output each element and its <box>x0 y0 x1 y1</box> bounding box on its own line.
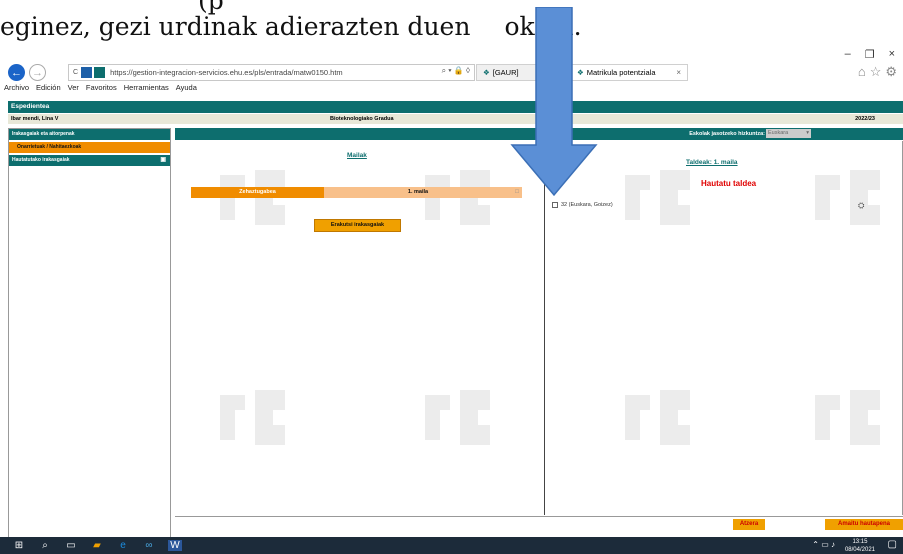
finish-selection-button[interactable]: Amaitu hautapena <box>825 519 903 530</box>
file-explorer-icon[interactable]: ▰ <box>90 540 104 551</box>
window-controls: – ❐ × <box>845 48 895 61</box>
menu-herramientas[interactable]: Herramientas <box>124 83 169 95</box>
taskbar: ⊞ ⌕ ▭ ▰ e ∞ W ⌃ ▭ ♪ 13:15 08/04/2021 ▢ <box>0 537 903 554</box>
internet-explorer-icon[interactable]: e <box>116 540 130 551</box>
ehu-watermark-icon <box>220 390 285 445</box>
group-option-row[interactable]: 32 (Euskara, Goizez) <box>552 202 613 208</box>
ehu-watermark-icon <box>815 390 880 445</box>
academic-year: 2022/23 <box>855 116 875 122</box>
panel-divider <box>544 141 545 515</box>
footer-divider <box>175 516 903 517</box>
screenshot-root: (p eginez, gezi urdinak adierazten dueno… <box>0 0 903 554</box>
select-group-title: Hautatu taldea <box>701 179 757 188</box>
taldeak-link[interactable]: Taldeak: 1. maila <box>686 159 738 166</box>
address-bar[interactable]: C https://gestion-integracion-servicios.… <box>68 64 475 81</box>
ehu-watermark-icon <box>625 390 690 445</box>
browser-toolbar: ← → C https://gestion-integracion-servic… <box>0 62 903 83</box>
sidebar-item-irakasgaiak[interactable]: Irakasgaiak eta aitorpenak <box>9 129 170 140</box>
language-select[interactable]: Euskara ▾ <box>766 129 811 138</box>
menu-edicion[interactable]: Edición <box>36 83 61 95</box>
ehu-logo-icon <box>94 67 106 78</box>
system-tray-icons[interactable]: ⌃ ▭ ♪ <box>812 540 835 549</box>
search-lock-icons: ⌕ ▾ 🔒 ◊ <box>441 66 470 75</box>
task-view-icon[interactable]: ▭ <box>64 540 78 551</box>
basket-icon: ▣ <box>160 157 166 163</box>
windows-start-icon[interactable]: ⊞ <box>12 540 26 551</box>
tab-favicon-icon: ❖ <box>483 68 490 77</box>
sidebar: Irakasgaiak eta aitorpenak Onarrietuak /… <box>8 128 171 538</box>
language-label: Eskolak jasotzeko hizkuntza: <box>689 131 765 137</box>
menu-bar: Archivo Edición Ver Favoritos Herramient… <box>0 83 903 95</box>
ehu-watermark-icon <box>220 170 285 225</box>
document-text-left: eginez, gezi urdinak adierazten duen <box>0 12 471 41</box>
tab-close-icon[interactable]: × <box>676 68 681 77</box>
ehu-watermark-icon <box>425 390 490 445</box>
word-icon[interactable]: W <box>168 540 182 551</box>
schedule-icon[interactable]: ⛭ <box>858 201 864 211</box>
taskbar-clock[interactable]: 13:15 08/04/2021 <box>845 538 875 554</box>
ehu-watermark-icon <box>625 170 690 225</box>
ehu-watermark-icon <box>815 170 880 225</box>
restore-icon[interactable]: ❐ <box>865 48 875 61</box>
group-option-label: 32 (Euskara, Goizez) <box>561 202 613 208</box>
group-checkbox[interactable] <box>552 202 558 208</box>
chevron-down-icon: ▾ <box>806 130 809 136</box>
teams-icon[interactable]: ∞ <box>142 540 156 551</box>
sidebar-item-hautatutako[interactable]: Hautatutako irakasgaiak ▣ <box>9 155 170 166</box>
back-button[interactable]: Atzera <box>733 519 765 530</box>
menu-archivo[interactable]: Archivo <box>4 83 29 95</box>
clock-time: 13:15 <box>852 539 868 545</box>
refresh-icon[interactable]: C <box>73 69 78 76</box>
forward-arrow-icon[interactable]: → <box>29 64 46 81</box>
blue-arrow-annotation-icon <box>510 7 598 197</box>
close-icon[interactable]: × <box>889 48 895 61</box>
mailak-row[interactable]: Zehaztugabea 1. maila □ <box>191 187 524 198</box>
mailak-link[interactable]: Mailak <box>347 152 367 159</box>
student-name: Ibar mendi, Lina V <box>11 116 59 122</box>
site-favicon-icon <box>81 67 93 78</box>
mailak-col-1-maila[interactable]: 1. maila <box>324 187 512 198</box>
menu-ayuda[interactable]: Ayuda <box>176 83 197 95</box>
address-url: https://gestion-integracion-servicios.eh… <box>110 68 343 77</box>
search-icon[interactable]: ⌕ <box>38 540 52 551</box>
back-arrow-icon[interactable]: ← <box>8 64 25 81</box>
notification-icon[interactable]: ▢ <box>888 539 897 550</box>
degree-name: Bioteknologiako Gradua <box>330 116 394 122</box>
show-subjects-button[interactable]: Erakutsi irakasgaiak <box>314 219 401 232</box>
menu-favoritos[interactable]: Favoritos <box>86 83 117 95</box>
mailak-col-zehaztugabea[interactable]: Zehaztugabea <box>191 187 324 198</box>
document-text-line: eginez, gezi urdinak adierazten duenokia… <box>0 12 582 41</box>
clock-date: 08/04/2021 <box>844 547 875 553</box>
menu-ver[interactable]: Ver <box>68 83 79 95</box>
page-title: Espedientea <box>8 101 903 113</box>
sidebar-item-onarrietuak[interactable]: Onarrietuak / Nahitaezkoak <box>9 142 170 153</box>
sidebar-item-label: Hautatutako irakasgaiak <box>12 157 70 163</box>
student-info-bar: Ibar mendi, Lina V Bioteknologiako Gradu… <box>8 114 903 124</box>
minimize-icon[interactable]: – <box>845 48 851 61</box>
ehu-watermark-icon <box>425 170 490 225</box>
language-value: Euskara <box>768 130 789 136</box>
